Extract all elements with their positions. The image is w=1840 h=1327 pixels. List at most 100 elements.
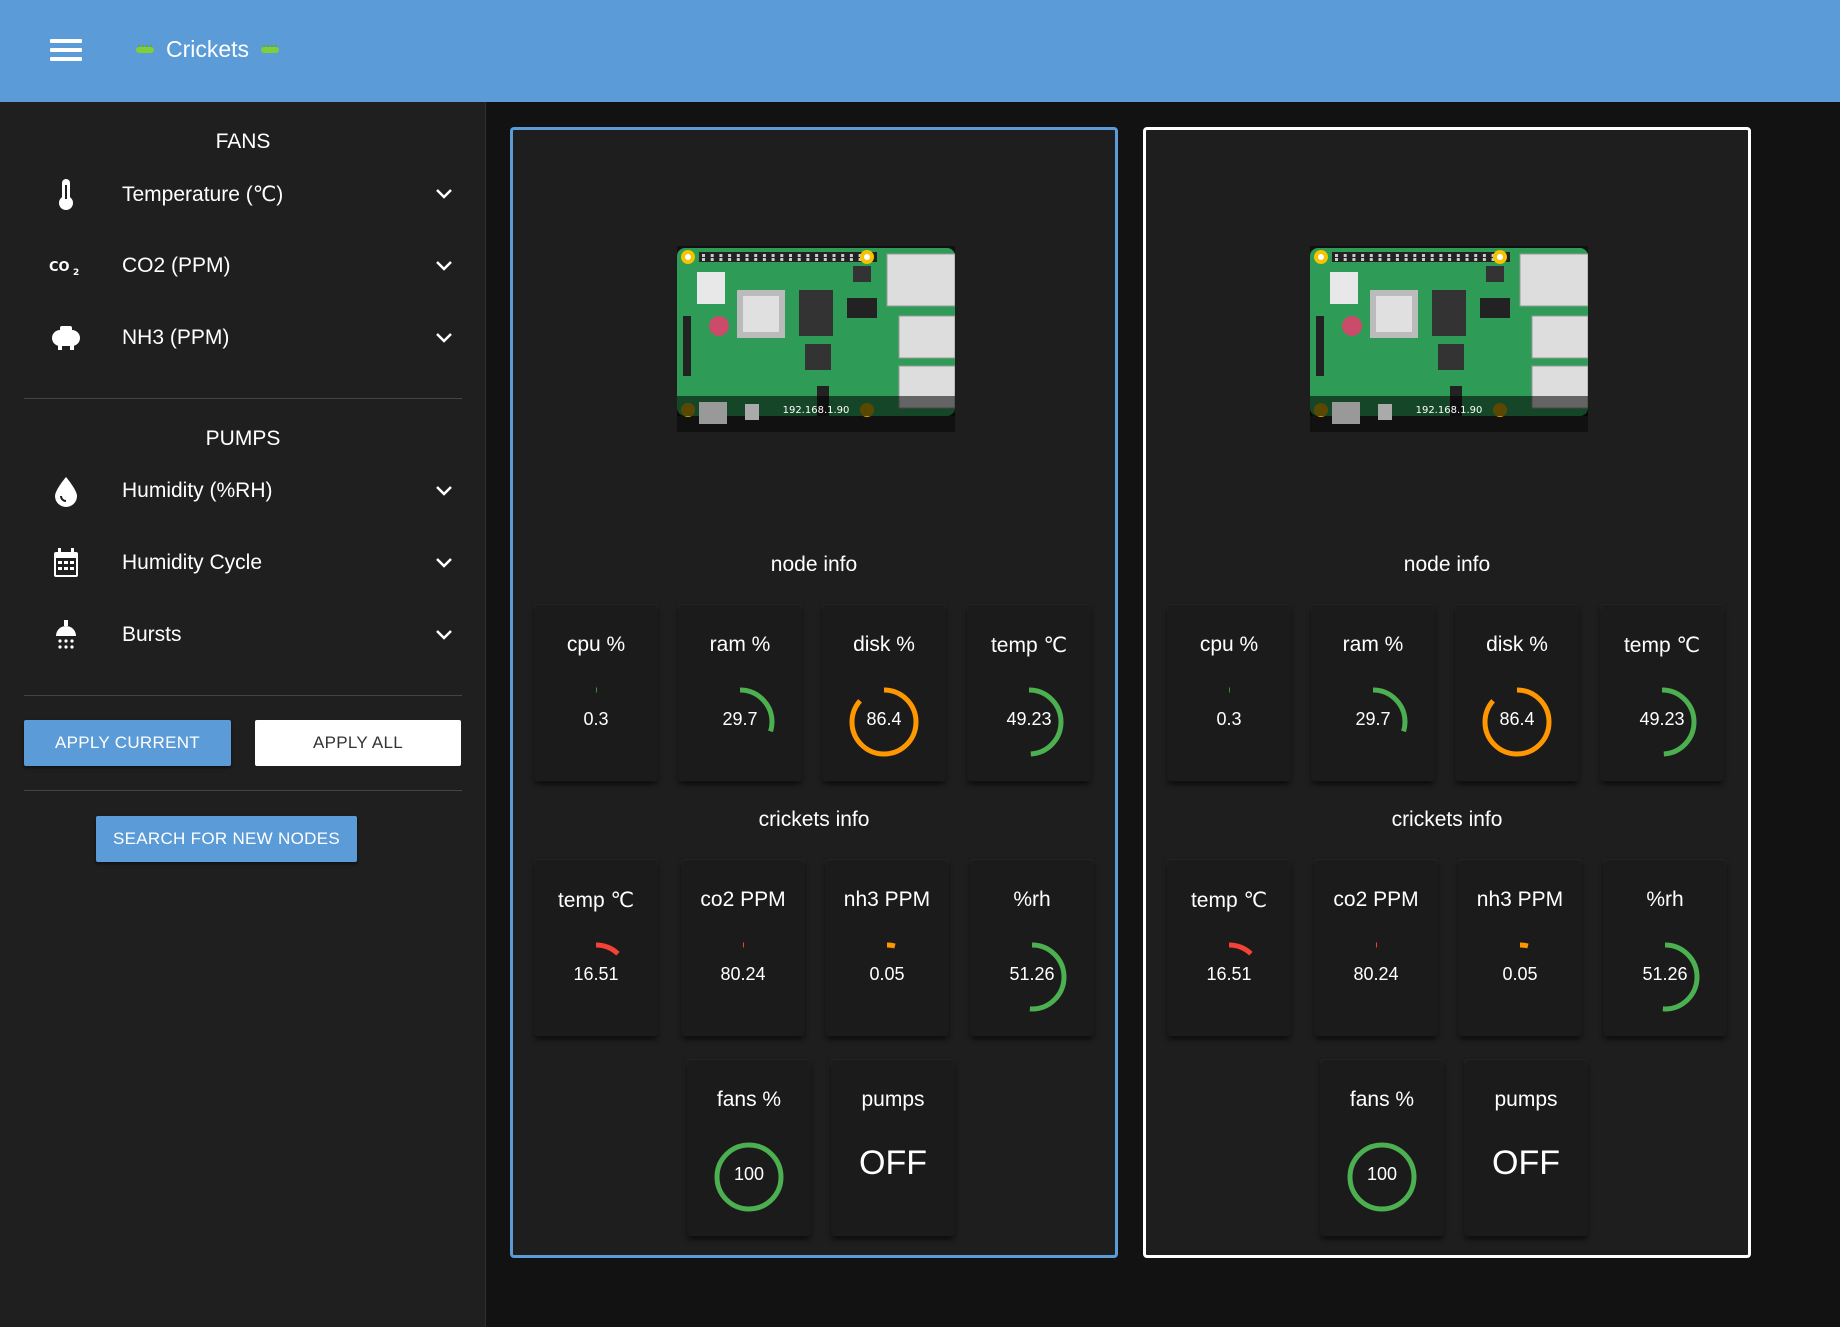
tile-node-1: ram % 29.7 — [1312, 605, 1434, 781]
tile-label: disk % — [1486, 633, 1548, 656]
gauge-value: 80.24 — [1353, 964, 1399, 984]
tile-label: ram % — [709, 633, 771, 656]
gauge-value: 100 — [1366, 1164, 1398, 1184]
tile-label: nh3 PPM — [843, 888, 931, 911]
sidebar-item-nh3[interactable]: NH3 (PPM) — [24, 308, 464, 368]
sidebar-item-label: Humidity Cycle — [122, 551, 263, 574]
tile-node-1: ram % 29.7 — [679, 605, 801, 781]
tile-crickets-3: %rh 51.26 — [1604, 860, 1726, 1036]
raspberry-pi-board-image: 192.168.1.90 — [1310, 246, 1588, 432]
node-card[interactable]: 192.168.1.90 node info cpu % 0.3 ram % 2… — [1143, 127, 1751, 1258]
tile-label: temp ℃ — [1623, 634, 1701, 657]
tile-label: temp ℃ — [990, 634, 1068, 657]
tile-crickets-1: co2 PPM 80.24 — [682, 860, 804, 1036]
tile-label: pumps — [1494, 1088, 1558, 1111]
sidebar-item-label: CO2 (PPM) — [122, 254, 231, 277]
tile-label: fans % — [716, 1088, 782, 1111]
app-bar: Crickets — [0, 0, 1840, 102]
tile-node-3: temp ℃ 49.23 — [968, 605, 1090, 781]
tile-label: temp ℃ — [1190, 889, 1268, 912]
tile-label: %rh — [1646, 888, 1684, 911]
tile-label: co2 PPM — [700, 888, 786, 911]
tile-fans: fans % 100 — [1321, 1060, 1443, 1236]
pumps-state: OFF — [859, 1144, 927, 1182]
chevron-down-icon[interactable] — [424, 557, 464, 569]
sidebar-item-label: Bursts — [122, 623, 182, 646]
tile-crickets-3: %rh 51.26 — [971, 860, 1093, 1036]
tile-node-2: disk % 86.4 — [823, 605, 945, 781]
cricket-icon — [259, 44, 281, 55]
crickets-info-heading: crickets info — [1391, 808, 1503, 831]
co2-icon: CO 2 — [24, 256, 108, 276]
tile-label: cpu % — [1199, 633, 1259, 656]
sidebar-item-label: Humidity (%RH) — [122, 479, 273, 502]
gauge-value: 0.3 — [1216, 709, 1242, 729]
cricket-icon — [134, 44, 156, 55]
tile-label: temp ℃ — [557, 889, 635, 912]
tile-crickets-2: nh3 PPM 0.05 — [1459, 860, 1581, 1036]
nh3-gas-icon — [24, 324, 108, 352]
sidebar-item-temperature[interactable]: Temperature (℃) — [24, 164, 464, 224]
sidebar-item-co2[interactable]: CO 2 CO2 (PPM) — [24, 236, 464, 296]
tile-pumps: pumps OFF — [832, 1060, 954, 1236]
tile-label: ram % — [1342, 633, 1404, 656]
chevron-down-icon[interactable] — [424, 188, 464, 200]
sidebar-item-bursts[interactable]: Bursts — [24, 605, 464, 665]
svg-text:2: 2 — [73, 268, 79, 276]
sidebar: FANS Temperature (℃) CO 2 CO2 (PPM) NH3 (… — [0, 102, 486, 1327]
thermometer-icon — [24, 177, 108, 211]
gauge-value: 16.51 — [1206, 964, 1252, 984]
gauge-value: 80.24 — [720, 964, 766, 984]
gauge-value: 49.23 — [1006, 709, 1052, 729]
tile-crickets-0: temp ℃ 16.51 — [535, 860, 657, 1036]
sidebar-item-humidity[interactable]: Humidity (%RH) — [24, 461, 464, 521]
pumps-section-title: PUMPS — [205, 427, 281, 450]
calendar-icon — [24, 547, 108, 579]
sidebar-item-label: NH3 (PPM) — [122, 326, 230, 349]
svg-text:CO: CO — [49, 260, 70, 275]
sidebar-divider — [24, 695, 462, 696]
sprinkler-icon — [24, 619, 108, 651]
node-info-heading: node info — [1403, 553, 1491, 576]
tile-label: cpu % — [566, 633, 626, 656]
chevron-down-icon[interactable] — [424, 485, 464, 497]
node-card[interactable]: 192.168.1.90 node info cpu % 0.3 ram % 2… — [510, 127, 1118, 1258]
gauge-value: 100 — [733, 1164, 765, 1184]
search-new-nodes-button[interactable]: SEARCH FOR NEW NODES — [96, 816, 357, 862]
tile-pumps: pumps OFF — [1465, 1060, 1587, 1236]
tile-node-3: temp ℃ 49.23 — [1601, 605, 1723, 781]
gauge-value: 16.51 — [573, 964, 619, 984]
fans-section-title: FANS — [215, 130, 271, 153]
apply-all-button[interactable]: APPLY ALL — [255, 720, 461, 766]
gauge-value: 51.26 — [1642, 964, 1688, 984]
sidebar-divider — [24, 790, 462, 791]
gauge-value: 29.7 — [1355, 709, 1391, 729]
tile-fans: fans % 100 — [688, 1060, 810, 1236]
tile-label: fans % — [1349, 1088, 1415, 1111]
board-ip-label: 192.168.1.90 — [783, 405, 850, 416]
gauge-value: 0.05 — [869, 964, 905, 984]
chevron-down-icon[interactable] — [424, 629, 464, 641]
sidebar-item-humidity-cycle[interactable]: Humidity Cycle — [24, 533, 464, 593]
tile-label: %rh — [1013, 888, 1051, 911]
hamburger-menu-icon[interactable] — [44, 34, 88, 68]
gauge-value: 51.26 — [1009, 964, 1055, 984]
tile-label: co2 PPM — [1333, 888, 1419, 911]
gauge-value: 0.3 — [583, 709, 609, 729]
tile-node-2: disk % 86.4 — [1456, 605, 1578, 781]
tile-node-0: cpu % 0.3 — [1168, 605, 1290, 781]
tile-crickets-2: nh3 PPM 0.05 — [826, 860, 948, 1036]
sidebar-divider — [24, 398, 462, 399]
apply-current-button[interactable]: APPLY CURRENT — [24, 720, 231, 766]
tile-label: nh3 PPM — [1476, 888, 1564, 911]
pumps-state: OFF — [1492, 1144, 1560, 1182]
chevron-down-icon[interactable] — [424, 260, 464, 272]
tile-node-0: cpu % 0.3 — [535, 605, 657, 781]
app-title: Crickets — [134, 36, 281, 63]
board-ip-label: 192.168.1.90 — [1416, 405, 1483, 416]
gauge-value: 86.4 — [1499, 709, 1535, 729]
chevron-down-icon[interactable] — [424, 332, 464, 344]
app-title-text: Crickets — [166, 36, 250, 62]
sidebar-item-label: Temperature (℃) — [122, 182, 284, 206]
gauge-value: 86.4 — [866, 709, 902, 729]
